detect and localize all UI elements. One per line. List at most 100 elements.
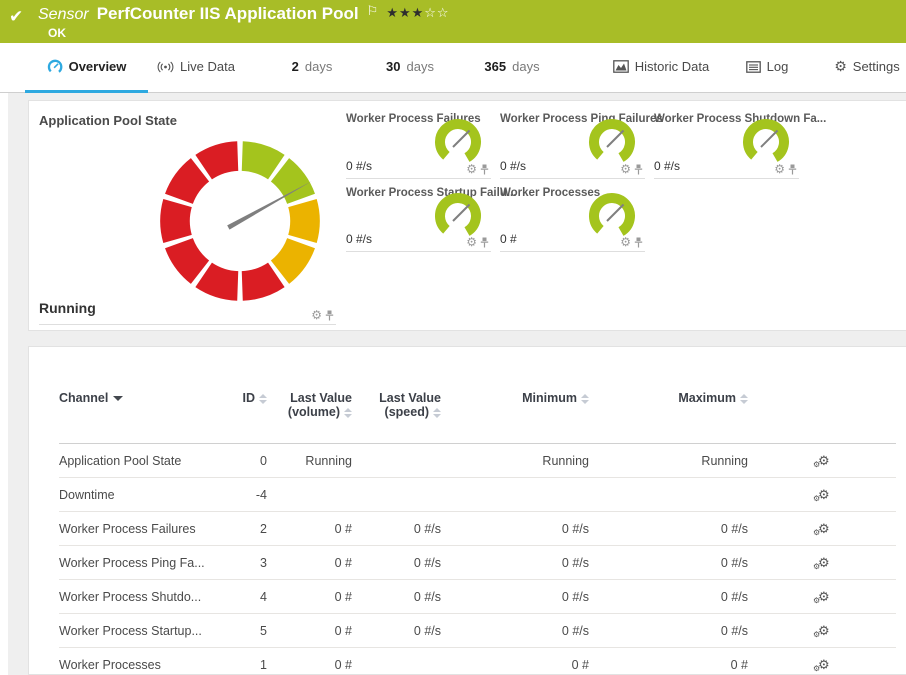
cell-id: 1 — [237, 658, 267, 672]
cell-id: 4 — [237, 590, 267, 604]
gauge-pin-icon[interactable] — [325, 310, 334, 321]
cell-minimum: 0 #/s — [441, 624, 589, 638]
tab-2-days-number: 2 — [292, 59, 299, 74]
cell-channel: Downtime — [59, 488, 237, 502]
gauge-settings-gear-icon[interactable]: ⚙ — [466, 162, 477, 176]
cell-channel: Worker Processes — [59, 658, 237, 672]
tab-overview[interactable]: Overview — [25, 43, 148, 90]
cell-maximum: 0 #/s — [589, 624, 748, 638]
sort-icon — [259, 394, 267, 404]
priority-stars[interactable]: ★★★☆☆ — [386, 5, 449, 21]
tab-log-label: Log — [767, 59, 789, 74]
cell-maximum: 0 #/s — [589, 556, 748, 570]
gauge-value: 0 #/s — [346, 232, 372, 246]
tab-30-days[interactable]: 30 days — [382, 43, 438, 90]
gauge-pin-icon[interactable] — [634, 164, 643, 175]
col-header-minimum[interactable]: Minimum — [441, 391, 589, 405]
gauge-pin-icon[interactable] — [480, 237, 489, 248]
stars-filled[interactable]: ★★★ — [386, 5, 424, 20]
cell-maximum: 0 # — [589, 658, 748, 672]
gauge-settings-gear-icon[interactable]: ⚙ — [774, 162, 785, 176]
col-header-last-value-volume[interactable]: Last Value (volume) — [267, 391, 352, 419]
ok-check-icon: ✔ — [9, 7, 23, 27]
gauge-tile-worker-process-ping-failures[interactable]: Worker Process Ping Failures 0 #/s ⚙ — [500, 113, 645, 179]
gauge-pin-icon[interactable] — [788, 164, 797, 175]
gauge-title: Application Pool State — [39, 113, 177, 128]
sort-icon — [433, 408, 441, 418]
gauge-tile-worker-process-startup-failures[interactable]: Worker Process Startup Failu... 0 #/s ⚙ — [346, 187, 491, 252]
edit-channel-icon[interactable]: ⚙⚙ — [818, 454, 830, 467]
sensor-status-bar: ✔ Sensor PerfCounter IIS Application Poo… — [0, 0, 906, 43]
tab-live-data[interactable]: Live Data — [152, 43, 240, 90]
cell-minimum: 0 # — [441, 658, 589, 672]
table-row: Worker Process Failures 2 0 # 0 #/s 0 #/… — [59, 512, 896, 546]
small-gauge-chart — [431, 115, 485, 169]
cell-id: 3 — [237, 556, 267, 570]
channels-table: Channel ID Last Value (volume) Last Valu… — [59, 382, 906, 675]
cell-channel: Application Pool State — [59, 454, 237, 468]
cell-id: 0 — [237, 454, 267, 468]
col-header-last-value-speed[interactable]: Last Value (speed) — [352, 391, 441, 419]
sort-icon — [344, 408, 352, 418]
edit-channel-icon[interactable]: ⚙⚙ — [818, 590, 830, 603]
sensor-kind-label: Sensor — [38, 6, 89, 24]
gauge-pin-icon[interactable] — [634, 237, 643, 248]
edit-channel-icon[interactable]: ⚙⚙ — [818, 658, 830, 671]
gauge-tile-worker-process-failures[interactable]: Worker Process Failures 0 #/s ⚙ — [346, 113, 491, 179]
gauge-value: 0 #/s — [346, 159, 372, 173]
cell-minimum: Running — [441, 454, 589, 468]
cell-last-value-volume: 0 # — [267, 590, 352, 604]
tab-2-days[interactable]: 2 days — [286, 43, 338, 90]
tab-365-days-label: days — [512, 59, 539, 74]
cell-maximum: 0 #/s — [589, 522, 748, 536]
log-icon — [746, 61, 761, 73]
cell-channel: Worker Process Ping Fa... — [59, 556, 237, 570]
gauge-settings-gear-icon[interactable]: ⚙ — [466, 235, 477, 249]
tab-settings[interactable]: ⚙ Settings — [834, 43, 900, 90]
flag-icon[interactable]: ⚐ — [367, 3, 379, 19]
gauges-panel: Application Pool State Running ⚙ Worker … — [28, 100, 906, 331]
tab-365-days[interactable]: 365 days — [480, 43, 544, 90]
gauge-settings-gear-icon[interactable]: ⚙ — [311, 308, 322, 322]
table-row: Worker Process Ping Fa... 3 0 # 0 #/s 0 … — [59, 546, 896, 580]
cell-last-value-speed: 0 #/s — [352, 522, 441, 536]
edit-channel-icon[interactable]: ⚙⚙ — [818, 556, 830, 569]
settings-gear-icon: ⚙ — [834, 58, 847, 75]
edit-channel-icon[interactable]: ⚙⚙ — [818, 522, 830, 535]
tab-live-data-label: Live Data — [180, 59, 235, 74]
sensor-title-row: Sensor PerfCounter IIS Application Pool … — [38, 4, 450, 24]
sort-icon — [740, 394, 748, 404]
gauge-settings-gear-icon[interactable]: ⚙ — [620, 162, 631, 176]
stars-empty[interactable]: ☆☆ — [424, 5, 449, 20]
cell-id: -4 — [237, 488, 267, 502]
cell-minimum: 0 #/s — [441, 590, 589, 604]
cell-last-value-speed: 0 #/s — [352, 590, 441, 604]
sort-active-icon — [113, 396, 123, 401]
col-header-channel[interactable]: Channel — [59, 391, 237, 405]
tab-historic-data-label: Historic Data — [635, 59, 709, 74]
gauge-value: 0 #/s — [500, 159, 526, 173]
table-row: Worker Processes 1 0 # 0 # 0 # ⚙⚙ — [59, 648, 896, 675]
cell-last-value-volume: Running — [267, 454, 352, 468]
gauge-value: 0 # — [500, 232, 517, 246]
cell-channel: Worker Process Shutdo... — [59, 590, 237, 604]
col-header-maximum[interactable]: Maximum — [589, 391, 748, 405]
tab-log[interactable]: Log — [744, 43, 790, 90]
left-margin-strip — [0, 93, 8, 675]
gauge-tile-application-pool-state[interactable]: Application Pool State Running ⚙ — [39, 113, 336, 325]
gauge-tile-worker-process-shutdown-failures[interactable]: Worker Process Shutdown Fa... 0 #/s ⚙ — [654, 113, 799, 179]
cell-maximum: 0 #/s — [589, 590, 748, 604]
edit-channel-icon[interactable]: ⚙⚙ — [818, 488, 830, 501]
tab-overview-label: Overview — [69, 59, 127, 74]
gauge-tile-worker-processes[interactable]: Worker Processes 0 # ⚙ — [500, 187, 645, 252]
tab-historic-data[interactable]: Historic Data — [598, 43, 724, 90]
edit-channel-icon[interactable]: ⚙⚙ — [818, 624, 830, 637]
gauge-settings-gear-icon[interactable]: ⚙ — [620, 235, 631, 249]
tab-30-days-number: 30 — [386, 59, 400, 74]
gauge-pin-icon[interactable] — [480, 164, 489, 175]
cell-last-value-volume: 0 # — [267, 658, 352, 672]
tab-settings-label: Settings — [853, 59, 900, 74]
gauge-icon — [47, 59, 63, 74]
col-header-id[interactable]: ID — [237, 391, 267, 405]
gauge-value: 0 #/s — [654, 159, 680, 173]
